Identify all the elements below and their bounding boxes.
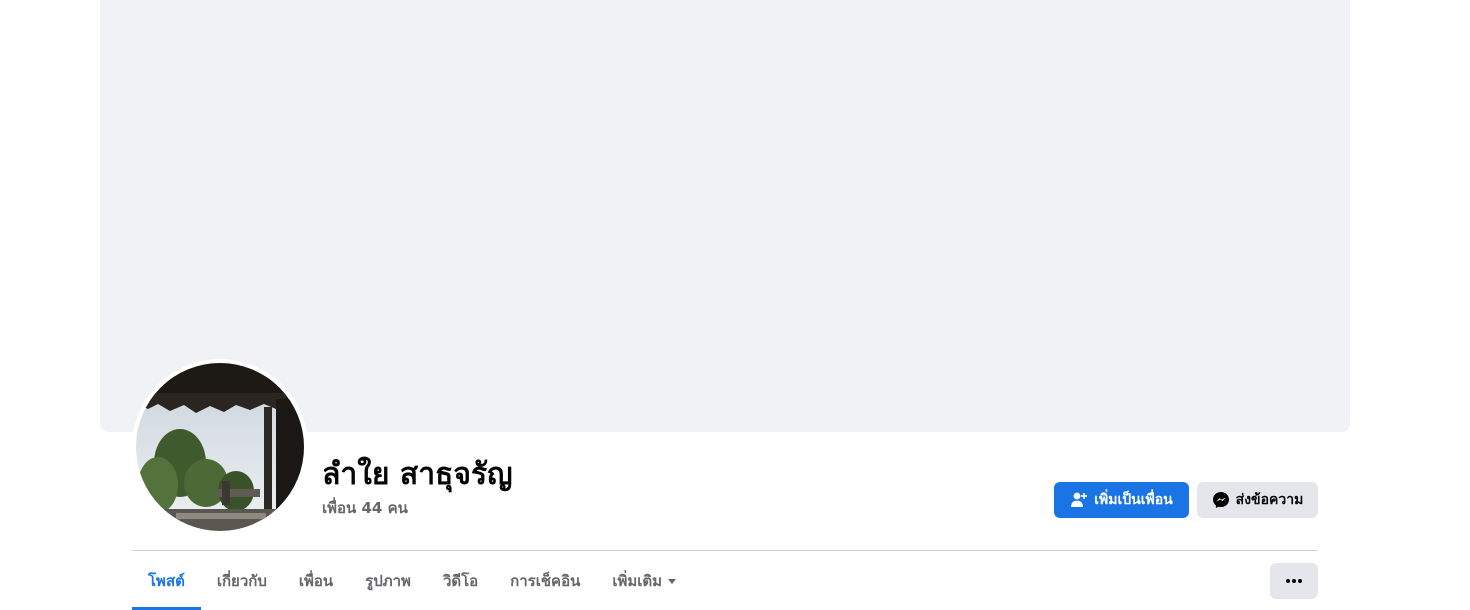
add-friend-button[interactable]: เพิ่มเป็นเพื่อน [1054,482,1189,518]
tab-label: เกี่ยวกับ [216,571,267,590]
tab-label: เพิ่มเติม [612,571,663,590]
friends-count[interactable]: เพื่อน 44 คน [322,497,408,519]
tab-more[interactable]: เพิ่มเติม [596,551,692,610]
message-button[interactable]: ส่งข้อความ [1197,482,1318,518]
add-friend-label: เพิ่มเป็นเพื่อน [1094,492,1173,508]
chevron-down-icon [668,579,677,584]
tab-about[interactable]: เกี่ยวกับ [201,551,283,610]
add-friend-icon [1070,491,1088,509]
tab-label: เพื่อน [298,571,334,590]
tab-label: การเช็คอิน [510,571,581,590]
profile-tabs: โพสต์ เกี่ยวกับ เพื่อน รูปภาพ วิดีโอ การ… [132,551,692,610]
tab-check-ins[interactable]: การเช็คอิน [494,551,596,610]
tab-label: โพสต์ [148,571,185,590]
tab-friends[interactable]: เพื่อน [283,551,349,610]
tab-videos[interactable]: วิดีโอ [427,551,494,610]
message-label: ส่งข้อความ [1235,492,1304,508]
ellipsis-icon [1286,579,1302,583]
profile-name: ลำใย สาธุจรัญ [322,457,513,492]
messenger-icon [1212,491,1230,509]
tab-photos[interactable]: รูปภาพ [349,551,427,610]
avatar-photo [136,363,304,531]
tab-label: วิดีโอ [442,571,479,590]
tab-posts[interactable]: โพสต์ [132,551,201,610]
profile-avatar[interactable] [136,363,304,531]
more-options-button[interactable] [1270,563,1318,599]
cover-photo[interactable] [100,0,1350,432]
tab-label: รูปภาพ [365,571,411,590]
